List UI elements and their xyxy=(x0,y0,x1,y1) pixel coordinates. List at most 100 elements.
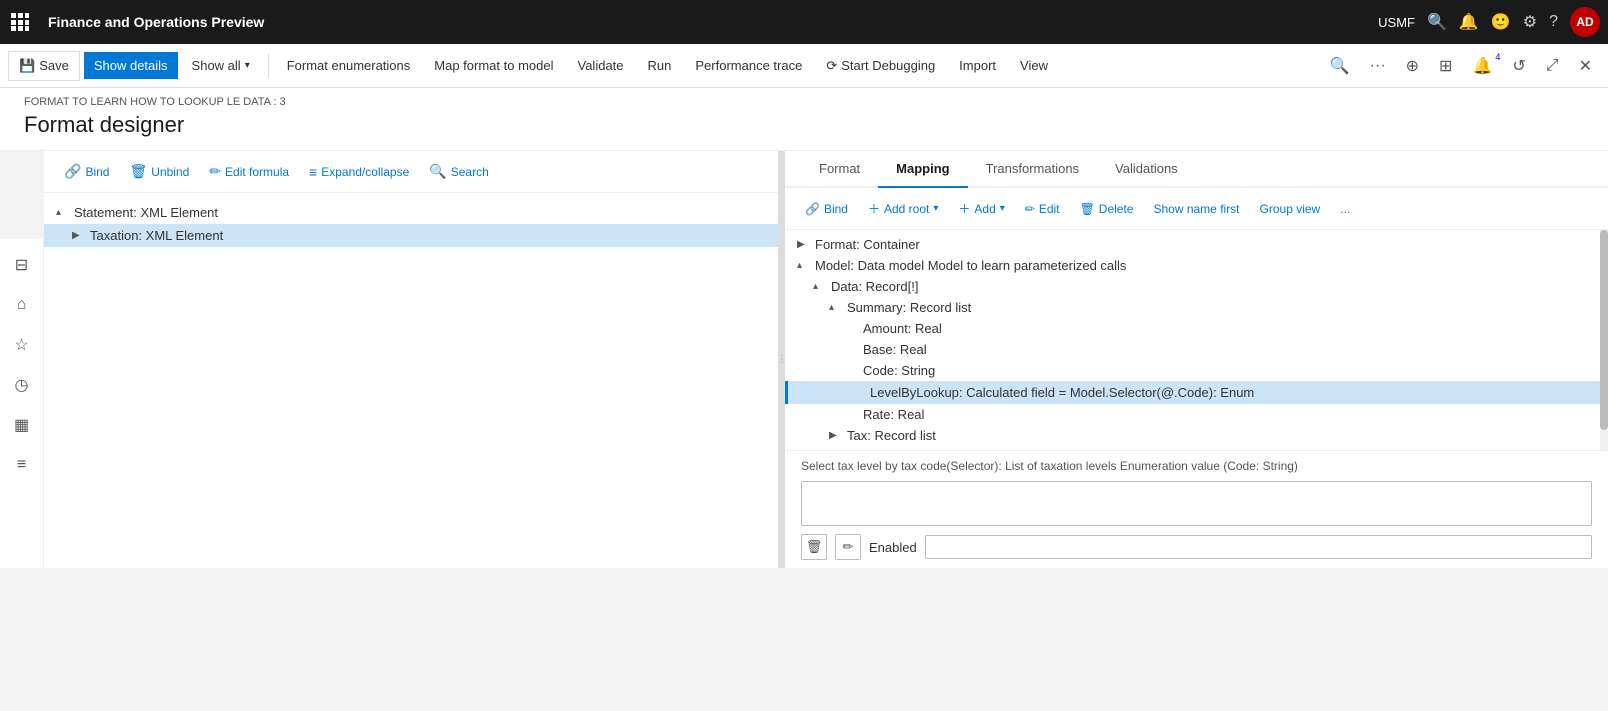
left-tree: ▴ Statement: XML Element ▶ Taxation: XML… xyxy=(44,193,778,568)
top-bar-icons: USMF 🔍 🔔 🙂 ⚙ ? AD xyxy=(1378,7,1600,37)
edit-formula-icon: ✏ xyxy=(209,163,221,180)
show-all-button[interactable]: Show all ▾ xyxy=(182,52,260,79)
tab-transformations[interactable]: Transformations xyxy=(968,151,1097,188)
user-avatar[interactable]: AD xyxy=(1570,7,1600,37)
nav-filter-icon[interactable]: ⊟ xyxy=(4,247,40,283)
nav-clock-icon[interactable]: ◷ xyxy=(4,367,40,403)
unbind-icon: 🗑 xyxy=(129,163,147,180)
debug-icon: ⟳ xyxy=(826,58,837,74)
unbind-button[interactable]: 🗑 Unbind xyxy=(121,159,197,184)
map-format-button[interactable]: Map format to model xyxy=(424,52,563,79)
import-button[interactable]: Import xyxy=(949,52,1006,79)
scrollbar-track xyxy=(1600,230,1608,450)
page-subtitle: FORMAT TO LEARN HOW TO LOOKUP LE DATA : … xyxy=(24,96,1584,108)
ribbon-close-icon[interactable]: ✕ xyxy=(1571,50,1600,82)
edit-formula-button[interactable]: ✏ Edit formula xyxy=(201,159,297,184)
performance-trace-button[interactable]: Performance trace xyxy=(685,52,812,79)
delete-button[interactable]: 🗑 Delete xyxy=(1072,198,1142,220)
expand-collapse-button[interactable]: ≡ Expand/collapse xyxy=(301,160,417,184)
right-tree-item-base[interactable]: ▶ Base: Real xyxy=(785,339,1608,360)
validate-button[interactable]: Validate xyxy=(568,52,634,79)
bind-icon: 🔗 xyxy=(64,163,81,180)
nav-home-icon[interactable]: ⌂ xyxy=(4,287,40,323)
chevron-taxation: ▶ xyxy=(72,230,86,241)
ribbon-divider-1 xyxy=(268,54,269,78)
content-wrapper: ⊟ ⌂ ☆ ◷ ▦ ≡ 🔗 Bind 🗑 Unbind xyxy=(0,151,1608,568)
scrollbar-thumb[interactable] xyxy=(1600,230,1608,430)
delete-icon: 🗑 xyxy=(1080,202,1095,216)
ribbon-bookmark-icon[interactable]: ⊕ xyxy=(1398,50,1427,82)
ribbon-right-icons: 🔍 ··· ⊕ ⊞ 🔔4 ↺ ⤢ ✕ xyxy=(1322,50,1600,82)
trash-icon-enabled[interactable]: 🗑 xyxy=(801,534,827,560)
bind-button[interactable]: 🔗 Bind xyxy=(56,159,117,184)
bell-icon[interactable]: 🔔 xyxy=(1459,12,1479,32)
search-button[interactable]: 🔍 Search xyxy=(421,159,496,184)
desc-text: Select tax level by tax code(Selector): … xyxy=(801,459,1592,473)
page-title: Format designer xyxy=(24,112,1584,138)
edit-icon: ✏ xyxy=(1025,202,1035,216)
right-bind-icon: 🔗 xyxy=(805,202,820,216)
app-title: Finance and Operations Preview xyxy=(40,14,1370,30)
start-debugging-button[interactable]: ⟳ Start Debugging xyxy=(816,52,945,80)
right-bottom: Select tax level by tax code(Selector): … xyxy=(785,450,1608,568)
add-chevron: ▾ xyxy=(1000,203,1005,214)
add-button[interactable]: ＋ Add ▾ xyxy=(950,196,1012,221)
right-tree-item-levelbylookup[interactable]: ▶ LevelByLookup: Calculated field = Mode… xyxy=(785,381,1608,404)
right-tree: ▶ Format: Container ▴ Model: Data model … xyxy=(785,230,1608,450)
save-button[interactable]: 💾 Save xyxy=(8,51,80,81)
more-button[interactable]: ... xyxy=(1332,198,1358,220)
view-button[interactable]: View xyxy=(1010,52,1058,79)
right-tree-item-model[interactable]: ▴ Model: Data model Model to learn param… xyxy=(785,255,1608,276)
ribbon-refresh-icon[interactable]: ↺ xyxy=(1504,50,1533,82)
ribbon-badge-icon[interactable]: 🔔4 xyxy=(1464,50,1500,82)
ribbon-more-icon[interactable]: ··· xyxy=(1362,51,1394,81)
grid-icon[interactable] xyxy=(8,10,32,34)
left-toolbar: 🔗 Bind 🗑 Unbind ✏ Edit formula ≡ Expand/… xyxy=(44,151,778,193)
panels-row: 🔗 Bind 🗑 Unbind ✏ Edit formula ≡ Expand/… xyxy=(44,151,1608,568)
chevron-statement: ▴ xyxy=(56,207,70,218)
right-tree-item-data[interactable]: ▴ Data: Record[!] xyxy=(785,276,1608,297)
ribbon-search-icon[interactable]: 🔍 xyxy=(1322,50,1358,82)
nav-list-icon[interactable]: ≡ xyxy=(4,447,40,483)
help-icon[interactable]: ? xyxy=(1549,13,1558,31)
show-name-first-button[interactable]: Show name first xyxy=(1145,198,1247,220)
right-tree-item-summary[interactable]: ▴ Summary: Record list xyxy=(785,297,1608,318)
ribbon-panel-icon[interactable]: ⊞ xyxy=(1431,50,1460,82)
enabled-label: Enabled xyxy=(869,540,917,555)
nav-star-icon[interactable]: ☆ xyxy=(4,327,40,363)
enabled-input[interactable] xyxy=(925,535,1592,559)
nav-calendar-icon[interactable]: ▦ xyxy=(4,407,40,443)
right-tree-item-tax[interactable]: ▶ Tax: Record list xyxy=(785,425,1608,446)
smile-icon[interactable]: 🙂 xyxy=(1491,12,1511,32)
search-icon[interactable]: 🔍 xyxy=(1427,12,1447,32)
right-tree-item-amount[interactable]: ▶ Amount: Real xyxy=(785,318,1608,339)
tree-item-taxation[interactable]: ▶ Taxation: XML Element xyxy=(44,224,778,247)
add-root-button[interactable]: ＋ Add root ▾ xyxy=(860,196,946,221)
add-root-chevron: ▾ xyxy=(933,203,938,214)
tab-validations[interactable]: Validations xyxy=(1097,151,1196,188)
group-view-button[interactable]: Group view xyxy=(1252,198,1329,220)
show-details-button[interactable]: Show details xyxy=(84,52,178,79)
username: USMF xyxy=(1378,15,1415,30)
tab-format[interactable]: Format xyxy=(801,151,878,188)
right-tree-item-format-container[interactable]: ▶ Format: Container xyxy=(785,234,1608,255)
tree-item-statement[interactable]: ▴ Statement: XML Element xyxy=(44,201,778,224)
page-header: FORMAT TO LEARN HOW TO LOOKUP LE DATA : … xyxy=(0,88,1608,151)
settings-icon[interactable]: ⚙ xyxy=(1523,12,1537,32)
search-icon: 🔍 xyxy=(429,163,446,180)
ribbon-popout-icon[interactable]: ⤢ xyxy=(1538,51,1567,81)
run-button[interactable]: Run xyxy=(638,52,682,79)
save-icon: 💾 xyxy=(19,58,35,74)
content-inner: 🔗 Bind 🗑 Unbind ✏ Edit formula ≡ Expand/… xyxy=(44,151,1608,568)
right-toolbar: 🔗 Bind ＋ Add root ▾ ＋ Add ▾ ✏ xyxy=(785,188,1608,230)
tab-mapping[interactable]: Mapping xyxy=(878,151,967,188)
formula-box[interactable] xyxy=(801,481,1592,526)
right-tree-item-code[interactable]: ▶ Code: String xyxy=(785,360,1608,381)
edit-button[interactable]: ✏ Edit xyxy=(1017,198,1068,220)
right-bind-button[interactable]: 🔗 Bind xyxy=(797,198,856,220)
edit-icon-enabled[interactable]: ✏ xyxy=(835,534,861,560)
add-icon: ＋ xyxy=(958,200,970,217)
format-enumerations-button[interactable]: Format enumerations xyxy=(277,52,421,79)
left-panel: 🔗 Bind 🗑 Unbind ✏ Edit formula ≡ Expand/… xyxy=(44,151,779,568)
right-tree-item-rate[interactable]: ▶ Rate: Real xyxy=(785,404,1608,425)
